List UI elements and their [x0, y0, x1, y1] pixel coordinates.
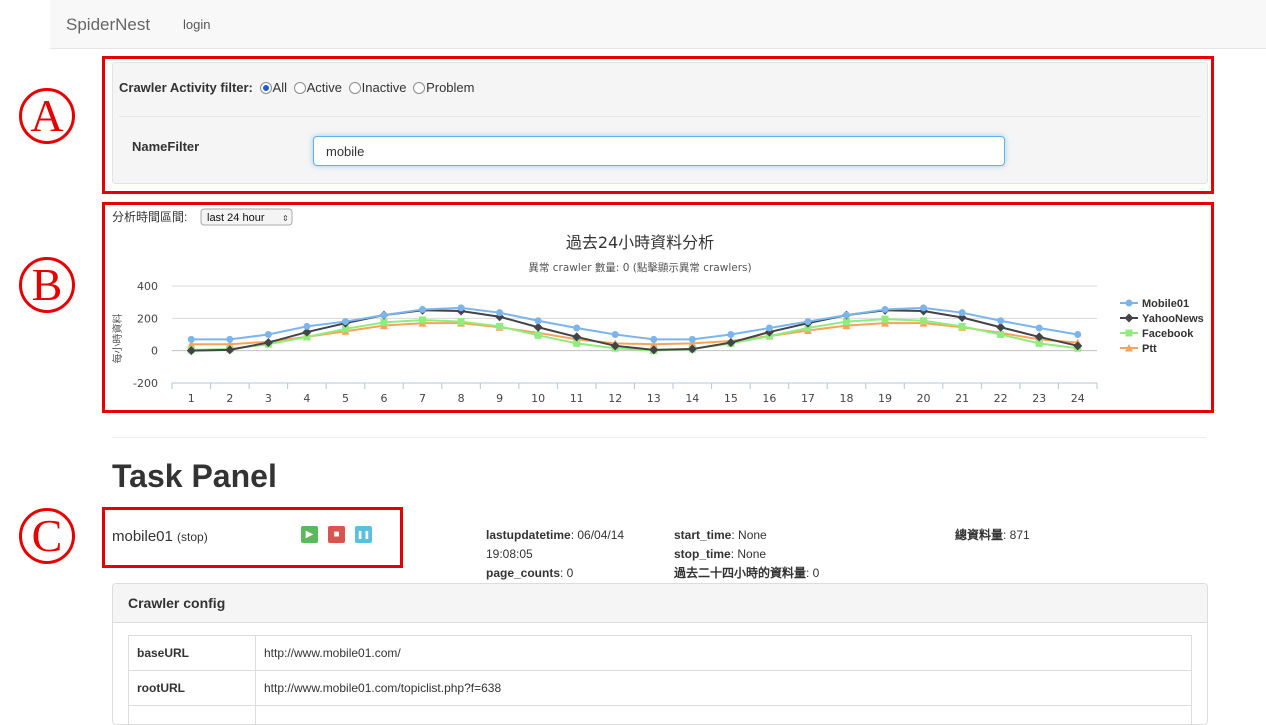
lastupdate-value: : 06/04/14 [571, 528, 624, 542]
config-key [129, 706, 256, 725]
lastupdate-label: lastupdatetime [486, 528, 571, 542]
total-label: 總資料量 [955, 528, 1003, 542]
table-row [129, 706, 1192, 725]
config-table: baseURL http://www.mobile01.com/ rootURL… [128, 635, 1192, 725]
task-name-text: mobile01 [112, 528, 173, 545]
stat-total: 總資料量: 871 [955, 526, 1030, 545]
config-title: Crawler config [113, 584, 1207, 623]
table-row: baseURL http://www.mobile01.com/ [129, 636, 1192, 671]
config-key: baseURL [129, 636, 256, 671]
config-value: http://www.mobile01.com/ [256, 636, 1192, 671]
start-time-label: start_time [674, 528, 731, 542]
crawler-config-panel: Crawler config baseURL http://www.mobile… [112, 583, 1208, 725]
stat-times: start_time: None stop_time: None 過去二十四小時… [674, 526, 819, 583]
config-value: http://www.mobile01.com/topiclist.php?f=… [256, 671, 1192, 706]
section-divider [112, 437, 1206, 438]
annotation-box-a [102, 56, 1214, 194]
pause-icon: ❚❚ [357, 530, 370, 539]
task-name: mobile01 (stop) [112, 528, 208, 545]
stop-time-label: stop_time [674, 547, 731, 561]
annotation-label-c: C [19, 508, 75, 564]
task-state: (stop) [177, 530, 208, 544]
table-row: rootURL http://www.mobile01.com/topiclis… [129, 671, 1192, 706]
pause-button[interactable]: ❚❚ [355, 526, 372, 543]
lastupdate-value-time: 19:08:05 [486, 547, 533, 561]
past24-label: 過去二十四小時的資料量 [674, 566, 806, 580]
play-button[interactable]: ▶ [301, 526, 318, 543]
annotation-box-b [102, 202, 1214, 413]
past24-value: : 0 [806, 566, 819, 580]
stop-icon: ■ [333, 529, 339, 540]
stat-lastupdate: lastupdatetime: 06/04/14 19:08:05 page_c… [486, 526, 624, 583]
page-counts-value: : 0 [560, 566, 573, 580]
page-counts-label: page_counts [486, 566, 560, 580]
annotation-label-b: B [19, 257, 75, 313]
task-panel-title: Task Panel [112, 458, 277, 495]
start-time-value: : None [731, 528, 766, 542]
total-value: : 871 [1003, 528, 1030, 542]
stop-time-value: : None [731, 547, 766, 561]
stop-button[interactable]: ■ [328, 526, 345, 543]
config-value [256, 706, 1192, 725]
play-icon: ▶ [306, 529, 314, 540]
annotation-label-a: A [19, 88, 75, 144]
config-key: rootURL [129, 671, 256, 706]
